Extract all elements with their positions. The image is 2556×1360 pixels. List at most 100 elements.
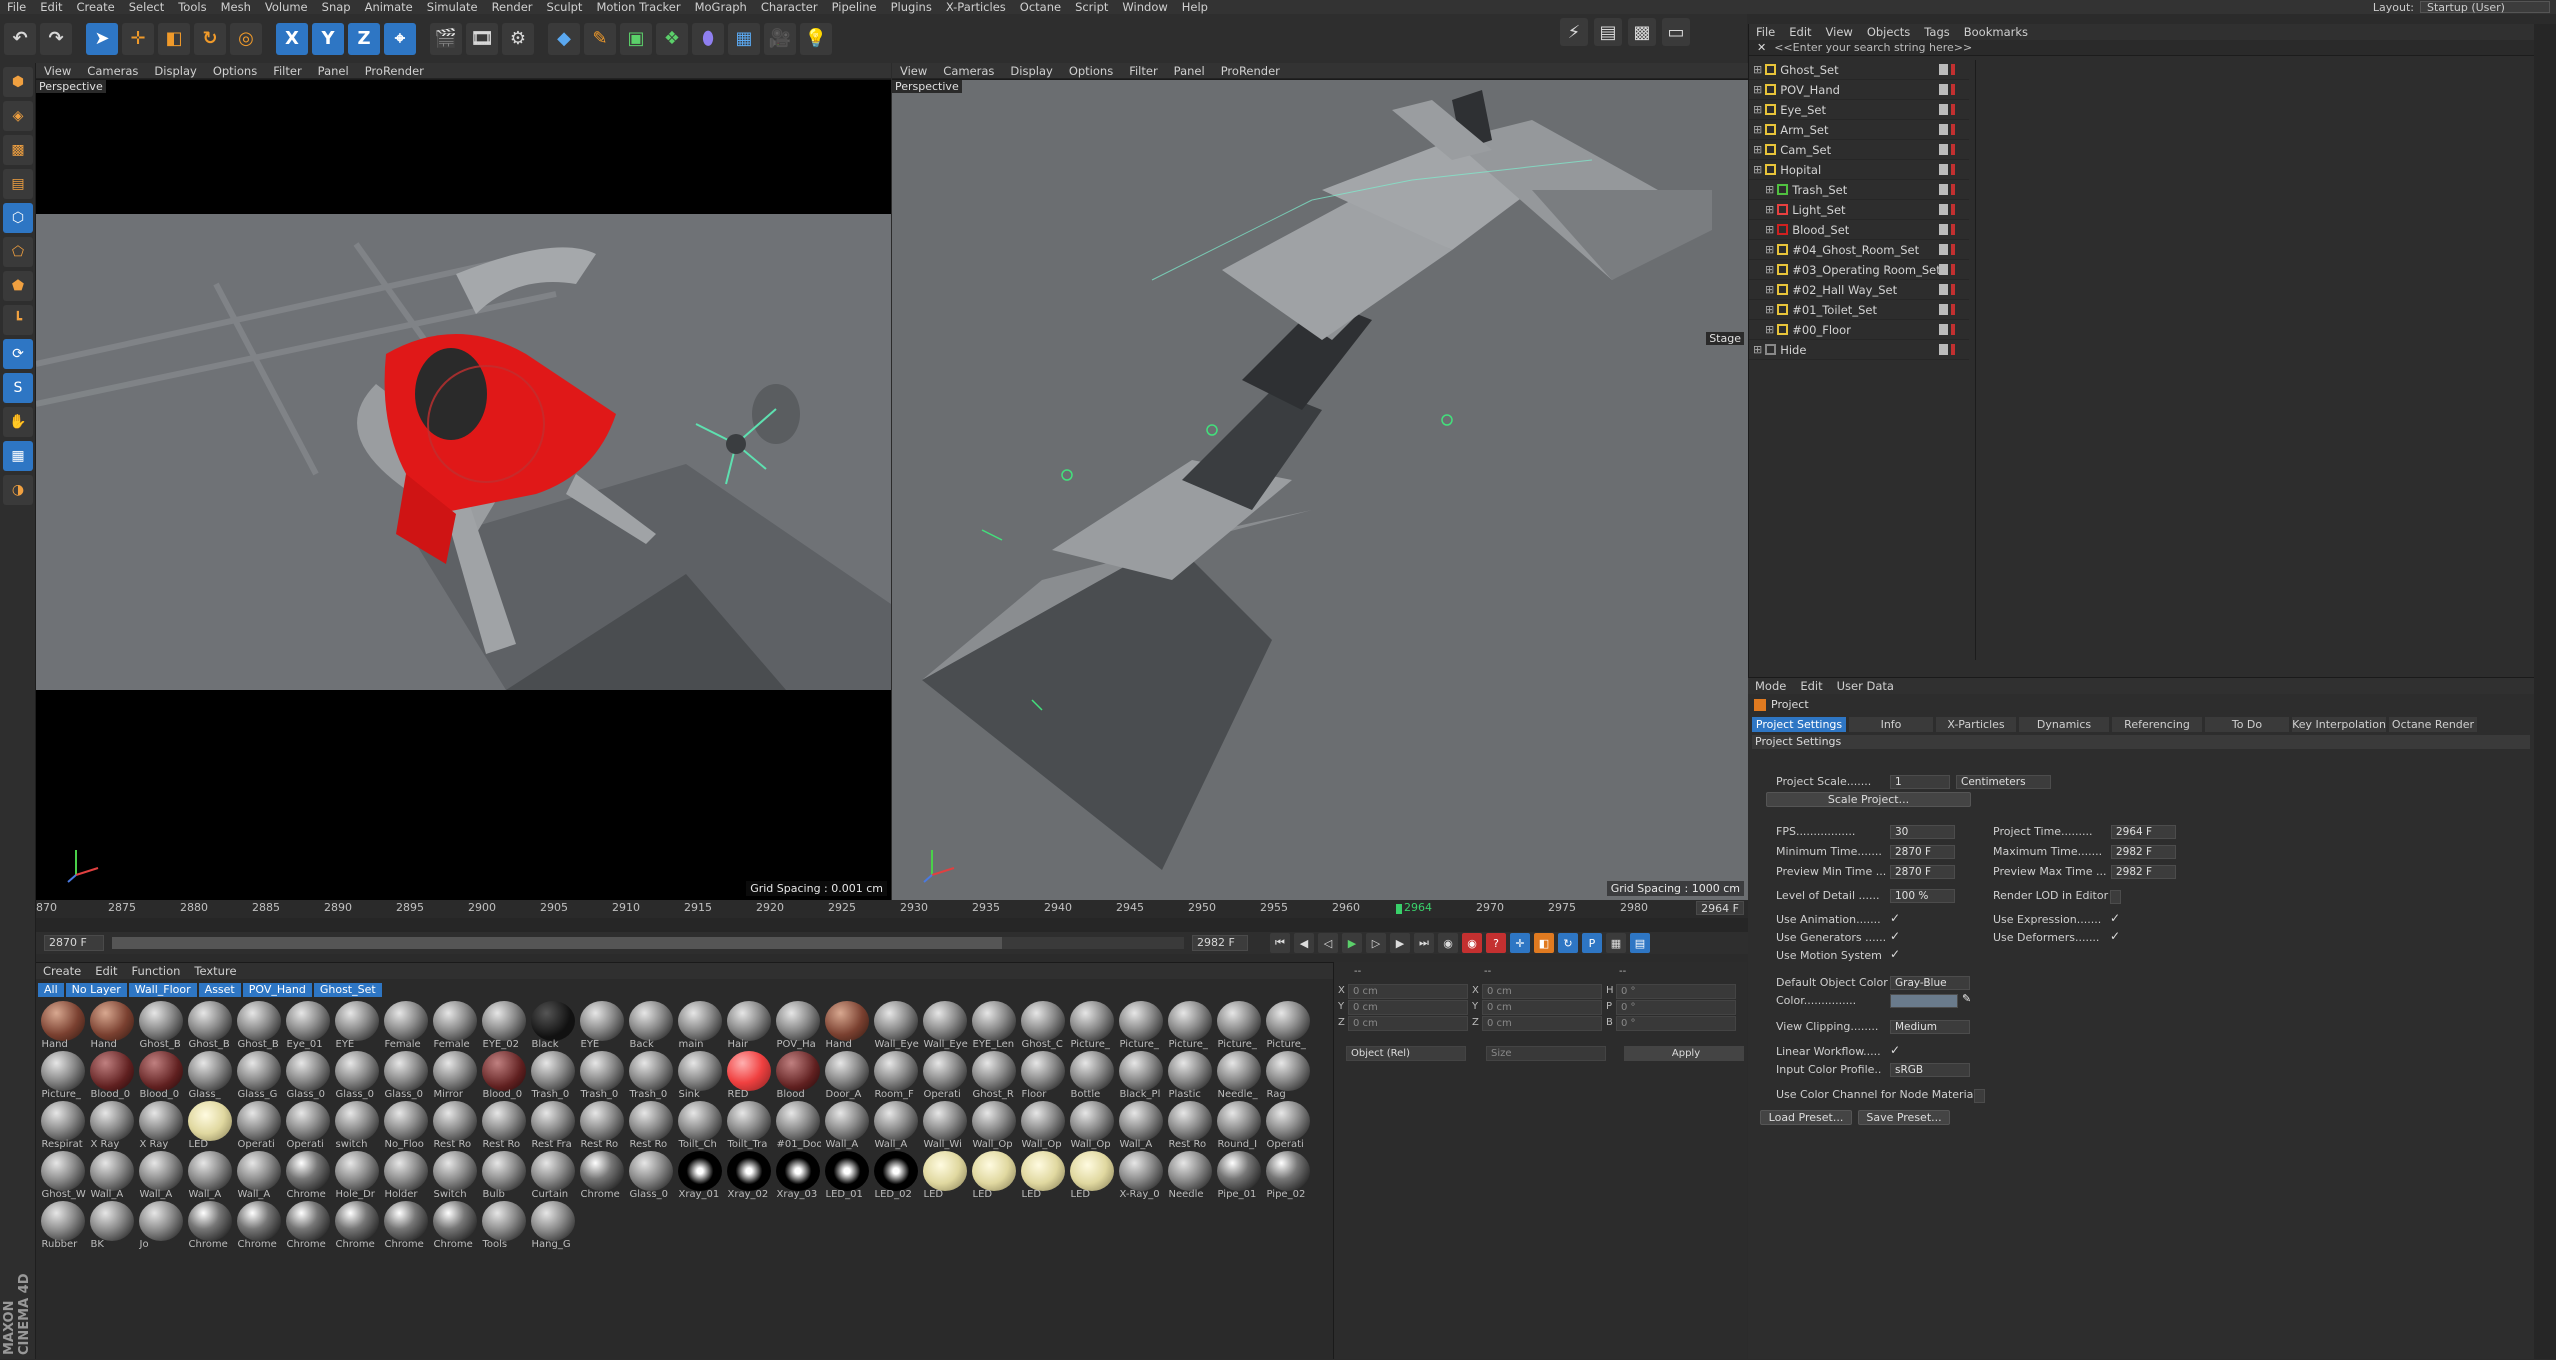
tweak-mode-icon[interactable]: ⟳	[3, 339, 33, 369]
edit-toggle-icon[interactable]	[1939, 324, 1948, 335]
material-swatch[interactable]: Trash_0	[528, 1051, 577, 1101]
material-swatch[interactable]: Trash_0	[577, 1051, 626, 1101]
snap-icon[interactable]: S	[3, 373, 33, 403]
frame-range-slider[interactable]	[112, 937, 1184, 949]
material-menu-function[interactable]: Function	[125, 964, 188, 978]
material-swatch[interactable]: Chrome	[430, 1201, 479, 1251]
edit-toggle-icon[interactable]	[1939, 244, 1948, 255]
timeline-layout-icon[interactable]: ▤	[1630, 933, 1650, 953]
material-swatch[interactable]: Wall_A	[822, 1101, 871, 1151]
material-swatch[interactable]: Picture_	[1263, 1001, 1312, 1051]
material-swatch[interactable]: Rest Ro	[577, 1101, 626, 1151]
material-swatch[interactable]: Picture_	[1067, 1001, 1116, 1051]
x-axis-icon[interactable]: X	[276, 22, 308, 55]
maximum-time-field[interactable]: 2982 F	[2111, 845, 2176, 859]
left-viewport-canvas[interactable]: Perspective Grid Spacing : 0.001 cm	[36, 80, 891, 900]
project-time-field[interactable]: 2964 F	[2111, 825, 2176, 839]
material-swatch[interactable]: Pipe_01	[1214, 1151, 1263, 1201]
material-swatch[interactable]: Wall_A	[185, 1151, 234, 1201]
material-swatch[interactable]: Floor	[1018, 1051, 1067, 1101]
material-swatch[interactable]: LED_02	[871, 1151, 920, 1201]
material-swatch[interactable]: Wall_Op	[1018, 1101, 1067, 1151]
material-swatch[interactable]: Toilt_Ch	[675, 1101, 724, 1151]
object-row-hide[interactable]: ⊞ Hide	[1749, 340, 1969, 360]
material-swatch[interactable]: Wall_A	[871, 1101, 920, 1151]
menu-render[interactable]: Render	[485, 0, 540, 14]
material-swatch[interactable]: Blood_0	[87, 1051, 136, 1101]
material-swatch[interactable]: Wall_Op	[1067, 1101, 1116, 1151]
material-swatch[interactable]: Back	[626, 1001, 675, 1051]
go-to-end-icon[interactable]: ⏭	[1414, 933, 1434, 953]
use-expression-checkbox[interactable]: ✓	[2110, 911, 2120, 925]
expand-icon[interactable]: ⊞	[1765, 183, 1774, 196]
close-icon[interactable]: ✕	[1757, 41, 1766, 54]
render-picture-queue-icon[interactable]: 🎞	[466, 22, 498, 55]
material-swatch[interactable]: Xray_01	[675, 1151, 724, 1201]
material-swatch[interactable]: Tools	[479, 1201, 528, 1251]
expand-icon[interactable]: ⊞	[1753, 103, 1762, 116]
edit-toggle-icon[interactable]	[1939, 104, 1948, 115]
minimum-time-field[interactable]: 2870 F	[1890, 845, 1955, 859]
edit-toggle-icon[interactable]	[1939, 124, 1948, 135]
material-swatch[interactable]: Ghost_C	[1018, 1001, 1067, 1051]
menu-x-particles[interactable]: X-Particles	[939, 0, 1013, 14]
coord-value-field[interactable]: 0 °	[1616, 1000, 1736, 1015]
light-icon[interactable]: 💡	[800, 22, 832, 55]
expand-icon[interactable]: ⊞	[1765, 303, 1774, 316]
material-swatch[interactable]: LED	[1067, 1151, 1116, 1201]
render-toggle-icon[interactable]	[1951, 284, 1955, 295]
edges-mode-icon[interactable]: ⬠	[3, 237, 33, 267]
material-swatch[interactable]: Glass_0	[283, 1051, 332, 1101]
material-swatch[interactable]: Glass_0	[626, 1151, 675, 1201]
points-mode-icon[interactable]: ⬡	[3, 203, 33, 233]
y-axis-icon[interactable]: Y	[312, 22, 344, 55]
material-swatch[interactable]: Wall_A	[136, 1151, 185, 1201]
color-swatch[interactable]	[1890, 994, 1958, 1008]
material-swatch[interactable]: LED	[920, 1151, 969, 1201]
render-toggle-icon[interactable]	[1951, 304, 1955, 315]
save-preset-button[interactable]: Save Preset...	[1858, 1110, 1950, 1125]
timeline-ruler[interactable]: 870 2875 2880 2885 2890 2895 2900 2905 2910 2915 2…	[36, 900, 1748, 918]
auto-key-icon[interactable]: ◉	[1462, 933, 1482, 953]
coord-mode-dropdown[interactable]: Object (Rel)	[1346, 1046, 1466, 1061]
next-frame-icon[interactable]: ▷	[1366, 933, 1386, 953]
edit-toggle-icon[interactable]	[1939, 204, 1948, 215]
menu-script[interactable]: Script	[1068, 0, 1115, 14]
object-row-ghost-set[interactable]: ⊞ Ghost_Set	[1749, 60, 1969, 80]
solo-icon[interactable]: ◑	[3, 475, 33, 505]
material-swatch[interactable]: LED	[969, 1151, 1018, 1201]
edit-toggle-icon[interactable]	[1939, 84, 1948, 95]
menu-simulate[interactable]: Simulate	[420, 0, 485, 14]
coord-value-field[interactable]: 0 cm	[1348, 1016, 1468, 1031]
right-vp-menu-cameras[interactable]: Cameras	[935, 64, 1002, 78]
menu-motion-tracker[interactable]: Motion Tracker	[589, 0, 687, 14]
render-toggle-icon[interactable]	[1951, 224, 1955, 235]
edit-toggle-icon[interactable]	[1939, 264, 1948, 275]
material-swatch[interactable]: Hole_Dr	[332, 1151, 381, 1201]
coord-value-field[interactable]: 0 cm	[1348, 984, 1468, 999]
material-menu-texture[interactable]: Texture	[187, 964, 243, 978]
pen-icon[interactable]: ✎	[584, 22, 616, 55]
edit-toggle-icon[interactable]	[1939, 184, 1948, 195]
timeline-current-marker[interactable]	[1396, 904, 1402, 914]
menu-help[interactable]: Help	[1175, 0, 1215, 14]
material-swatch[interactable]: Female	[381, 1001, 430, 1051]
material-swatch[interactable]: Hand	[38, 1001, 87, 1051]
key-param-icon[interactable]: P	[1582, 933, 1602, 953]
right-vp-menu-panel[interactable]: Panel	[1166, 64, 1213, 78]
material-swatch[interactable]: Blood_0	[479, 1051, 528, 1101]
material-swatch[interactable]: Glass_	[185, 1051, 234, 1101]
expand-icon[interactable]: ⊞	[1765, 243, 1774, 256]
coord-value-field[interactable]: 0 °	[1616, 1016, 1736, 1031]
material-swatch[interactable]: X Ray	[136, 1101, 185, 1151]
left-vp-menu-filter[interactable]: Filter	[265, 64, 309, 78]
material-swatch[interactable]: Black_Pl	[1116, 1051, 1165, 1101]
material-swatch[interactable]: Wall_A	[234, 1151, 283, 1201]
model-mode-icon[interactable]: ◈	[3, 101, 33, 131]
left-vp-menu-view[interactable]: View	[36, 64, 79, 78]
edit-toggle-icon[interactable]	[1939, 344, 1948, 355]
material-swatch[interactable]: EYE	[332, 1001, 381, 1051]
render-toggle-icon[interactable]	[1951, 164, 1955, 175]
material-swatch[interactable]: Blood_0	[136, 1051, 185, 1101]
material-swatch[interactable]: Curtain	[528, 1151, 577, 1201]
